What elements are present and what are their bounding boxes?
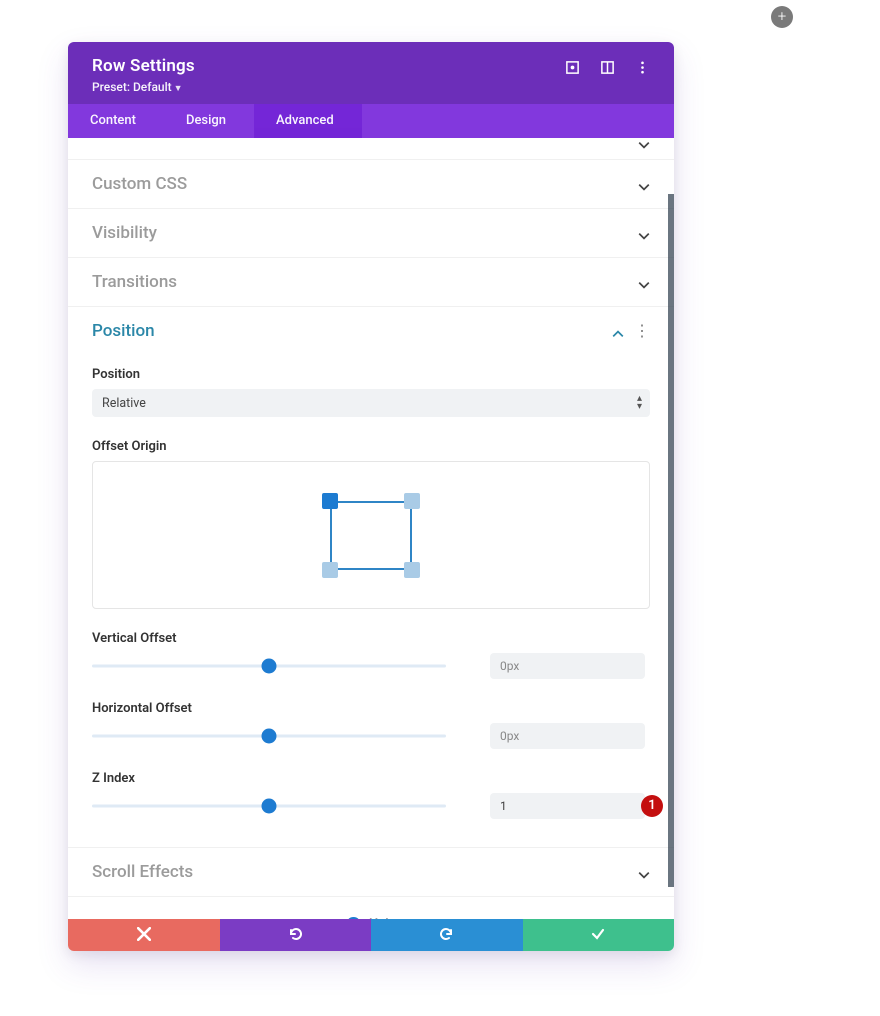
- vertical-offset-slider[interactable]: [92, 656, 446, 676]
- z-index-label: Z Index: [92, 771, 650, 786]
- scrollbar[interactable]: [668, 194, 674, 887]
- help-label: Help: [369, 917, 396, 919]
- origin-rect: [330, 501, 412, 570]
- close-icon: [137, 926, 151, 945]
- split-view-icon[interactable]: [600, 60, 615, 75]
- slider-thumb[interactable]: [262, 729, 277, 744]
- section-transitions[interactable]: Transitions: [68, 258, 674, 307]
- section-more-icon[interactable]: ⋮: [634, 326, 650, 336]
- offset-origin-label: Offset Origin: [92, 439, 650, 454]
- modal-footer: [68, 919, 674, 951]
- slider-thumb[interactable]: [262, 799, 277, 814]
- position-label: Position: [92, 367, 650, 382]
- chevron-down-icon: ▼: [174, 84, 183, 94]
- chevron-down-icon: [638, 178, 650, 190]
- vertical-offset-label: Vertical Offset: [92, 631, 650, 646]
- section-visibility[interactable]: Visibility: [68, 209, 674, 258]
- row-settings-modal: Row Settings Preset: Default▼: [68, 42, 674, 951]
- position-select[interactable]: Relative ▴▾: [92, 389, 650, 417]
- z-index-row: 1 1: [92, 793, 650, 819]
- responsive-icon[interactable]: [565, 60, 580, 75]
- add-block-fab[interactable]: +: [771, 6, 793, 28]
- redo-icon: [440, 926, 454, 945]
- horizontal-offset-row: 0px: [92, 723, 650, 749]
- chevron-down-icon: [638, 138, 650, 148]
- chevron-down-icon: [638, 866, 650, 878]
- cancel-button[interactable]: [68, 919, 220, 951]
- origin-handle-top-left[interactable]: [322, 493, 338, 509]
- origin-handle-bottom-right[interactable]: [404, 562, 420, 578]
- undo-button[interactable]: [220, 919, 372, 951]
- section-title: Position: [92, 321, 155, 341]
- section-position[interactable]: Position ⋮: [68, 307, 674, 345]
- z-index-input[interactable]: 1: [490, 793, 645, 819]
- horizontal-offset-label: Horizontal Offset: [92, 701, 650, 716]
- chevron-down-icon: [638, 227, 650, 239]
- tab-content[interactable]: Content: [68, 104, 164, 138]
- preset-dropdown[interactable]: Preset: Default▼: [92, 80, 195, 94]
- more-icon[interactable]: [635, 60, 650, 75]
- modal-header: Row Settings Preset: Default▼: [68, 42, 674, 104]
- preset-label: Preset: Default: [92, 80, 172, 94]
- section-scroll-effects[interactable]: Scroll Effects: [68, 847, 674, 897]
- header-left: Row Settings Preset: Default▼: [92, 56, 195, 94]
- modal-title: Row Settings: [92, 56, 195, 76]
- horizontal-offset-slider[interactable]: [92, 726, 446, 746]
- select-arrows-icon: ▴▾: [637, 395, 642, 411]
- annotation-badge-1: 1: [641, 795, 663, 817]
- origin-handle-top-right[interactable]: [404, 493, 420, 509]
- z-index-slider[interactable]: [92, 796, 446, 816]
- section-cut-prev[interactable]: [68, 138, 674, 160]
- vertical-offset-input[interactable]: 0px: [490, 653, 645, 679]
- help-button[interactable]: ? Help: [346, 917, 396, 919]
- horizontal-offset-input[interactable]: 0px: [490, 723, 645, 749]
- vertical-offset-row: 0px: [92, 653, 650, 679]
- undo-icon: [288, 926, 302, 945]
- position-panel: Position Relative ▴▾ Offset Origin Verti…: [68, 345, 674, 847]
- tab-advanced[interactable]: Advanced: [254, 104, 362, 138]
- chevron-up-icon: [612, 325, 624, 337]
- section-custom-css[interactable]: Custom CSS: [68, 160, 674, 209]
- section-title: Transitions: [92, 272, 177, 292]
- save-button[interactable]: [523, 919, 675, 951]
- check-icon: [591, 926, 605, 945]
- redo-button[interactable]: [371, 919, 523, 951]
- offset-origin-control: [92, 461, 650, 609]
- tab-design[interactable]: Design: [164, 104, 254, 138]
- section-title: Custom CSS: [92, 174, 187, 194]
- section-title: Scroll Effects: [92, 862, 193, 882]
- position-value: Relative: [102, 396, 146, 411]
- help-icon: ?: [346, 917, 361, 919]
- slider-thumb[interactable]: [262, 659, 277, 674]
- section-title: Visibility: [92, 223, 157, 243]
- tabs: Content Design Advanced: [68, 104, 674, 138]
- origin-inner: [322, 493, 420, 578]
- header-icons: [565, 56, 650, 75]
- origin-handle-bottom-left[interactable]: [322, 562, 338, 578]
- help-row: ? Help: [68, 897, 674, 919]
- modal-body: Custom CSS Visibility Transitions Positi…: [68, 138, 674, 919]
- chevron-down-icon: [638, 276, 650, 288]
